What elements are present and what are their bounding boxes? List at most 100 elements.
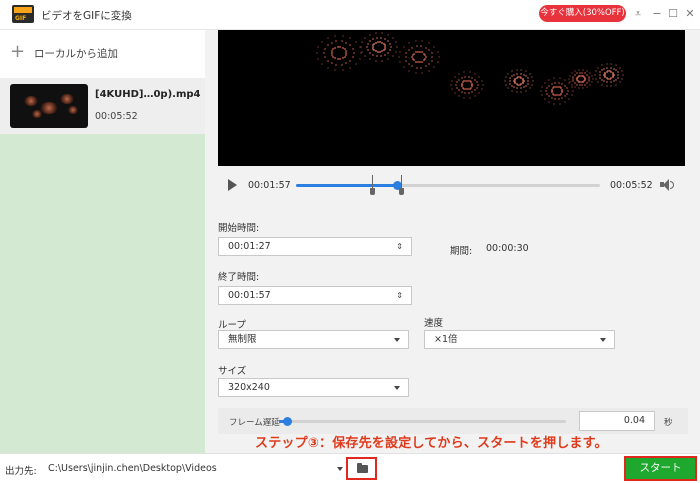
firework-spark — [431, 56, 434, 58]
firework-spark — [551, 92, 554, 95]
buy-now-button[interactable]: 今すぐ購入(30%OFF) — [539, 5, 626, 22]
frame-delay-row: フレーム遅延 0.04 秒 — [218, 408, 688, 434]
start-button[interactable]: スタート — [624, 456, 697, 481]
firework-spark — [594, 74, 596, 76]
title-bar: GIF ビデオをGIFに変換 今すぐ購入(30%OFF) ⩡ − ☐ ✕ — [0, 0, 700, 30]
add-local-button[interactable]: + ローカルから追加 — [0, 30, 205, 78]
trim-end-handle[interactable] — [399, 175, 404, 195]
folder-icon — [357, 463, 368, 473]
firework-spark — [416, 61, 419, 64]
firework-spark — [415, 45, 418, 48]
firework-spark — [572, 78, 574, 80]
step-annotation: ステップ③：保存先を設定してから、スタートを押します。 — [255, 436, 608, 451]
menu-icon[interactable]: ⩡ — [632, 7, 644, 21]
firework-spark — [571, 94, 574, 97]
firework-spark — [556, 94, 559, 97]
firework-spark — [586, 82, 589, 85]
firework-spark — [461, 86, 464, 89]
frame-delay-label: フレーム遅延 — [229, 418, 280, 428]
app-logo-icon: GIF — [12, 5, 34, 23]
trim-start-handle[interactable] — [370, 175, 375, 195]
firework-spark — [463, 96, 466, 99]
firework-spark — [545, 92, 548, 95]
size-select[interactable]: 320x240 — [218, 378, 409, 397]
firework-spark — [583, 76, 586, 79]
firework-spark — [543, 81, 546, 84]
firework-spark — [519, 87, 522, 90]
firework-spark — [405, 52, 408, 55]
firework-spark — [366, 42, 369, 45]
firework-spark — [515, 83, 518, 86]
loop-select[interactable]: 無制限 — [218, 330, 409, 349]
output-path-value: C:\Users\jinjin.chen\Desktop\Videos — [48, 463, 217, 474]
plus-icon: + — [10, 41, 26, 62]
frame-delay-input[interactable]: 0.04 — [579, 411, 655, 431]
volume-icon[interactable] — [660, 179, 674, 191]
firework-spark — [618, 81, 621, 84]
firework-spark — [387, 33, 389, 36]
firework-spark — [615, 64, 617, 67]
firework-spark — [387, 58, 389, 61]
stepper-arrows-icon[interactable]: ⇕ — [396, 287, 403, 304]
firework-spark — [561, 82, 564, 85]
firework-spark — [589, 84, 592, 87]
firework-spark — [540, 90, 542, 92]
firework-spark — [398, 56, 400, 58]
close-icon[interactable]: ✕ — [684, 7, 696, 21]
firework-spark — [389, 42, 392, 45]
firework-spark — [389, 49, 392, 52]
firework-spark — [518, 83, 521, 86]
end-time-stepper[interactable]: 00:01:57 ⇕ — [218, 286, 412, 305]
firework-spark — [326, 59, 329, 62]
firework-spark — [436, 50, 439, 53]
firework-spark — [358, 58, 361, 61]
firework-spark — [330, 41, 333, 44]
firework-spark — [608, 77, 611, 80]
firework-spark — [543, 98, 546, 101]
firework-spark — [547, 95, 550, 98]
firework-spark — [372, 46, 374, 48]
play-icon[interactable] — [228, 179, 237, 191]
firework-spark — [591, 74, 594, 77]
stepper-arrows-icon[interactable]: ⇕ — [396, 238, 403, 255]
firework-spark — [344, 49, 347, 52]
firework-spark — [360, 46, 362, 48]
firework-spark — [414, 40, 417, 43]
open-folder-button[interactable] — [346, 457, 377, 480]
size-value: 320x240 — [228, 382, 270, 393]
speed-select[interactable]: ×1倍 — [424, 330, 615, 349]
output-path-select[interactable]: C:\Users\jinjin.chen\Desktop\Videos — [40, 460, 347, 478]
firework-spark — [504, 80, 506, 82]
start-time-stepper[interactable]: 00:01:27 ⇕ — [218, 237, 412, 256]
minimize-icon[interactable]: − — [651, 7, 663, 21]
seek-bar[interactable] — [296, 181, 600, 190]
firework-spark — [547, 84, 550, 87]
firework-spark — [411, 57, 414, 60]
firework-spark — [381, 50, 383, 53]
video-preview[interactable] — [218, 30, 685, 166]
firework-spark — [573, 73, 576, 76]
firework-spark — [564, 78, 566, 81]
firework-spark — [609, 66, 612, 69]
firework-spark — [368, 39, 371, 42]
firework-spark — [622, 74, 624, 76]
firework-spark — [606, 66, 609, 69]
firework-spark — [334, 46, 337, 49]
firework-spark — [341, 69, 344, 72]
firework-spark — [618, 66, 621, 69]
firework-spark — [321, 40, 324, 43]
frame-delay-handle[interactable] — [282, 417, 292, 426]
frame-delay-slider[interactable] — [279, 417, 566, 426]
firework-spark — [511, 89, 513, 92]
firework-spark — [404, 56, 407, 58]
firework-spark — [508, 80, 511, 82]
maximize-icon[interactable]: ☐ — [667, 7, 679, 21]
firework-spark — [540, 85, 543, 88]
list-item[interactable]: [4KUHD]…0p).mp4 00:05:52 — [0, 78, 205, 134]
firework-spark — [616, 76, 619, 79]
firework-spark — [391, 36, 394, 39]
firework-spark — [414, 60, 417, 63]
firework-spark — [335, 40, 338, 43]
firework-spark — [561, 97, 564, 100]
firework-spark — [327, 67, 329, 70]
